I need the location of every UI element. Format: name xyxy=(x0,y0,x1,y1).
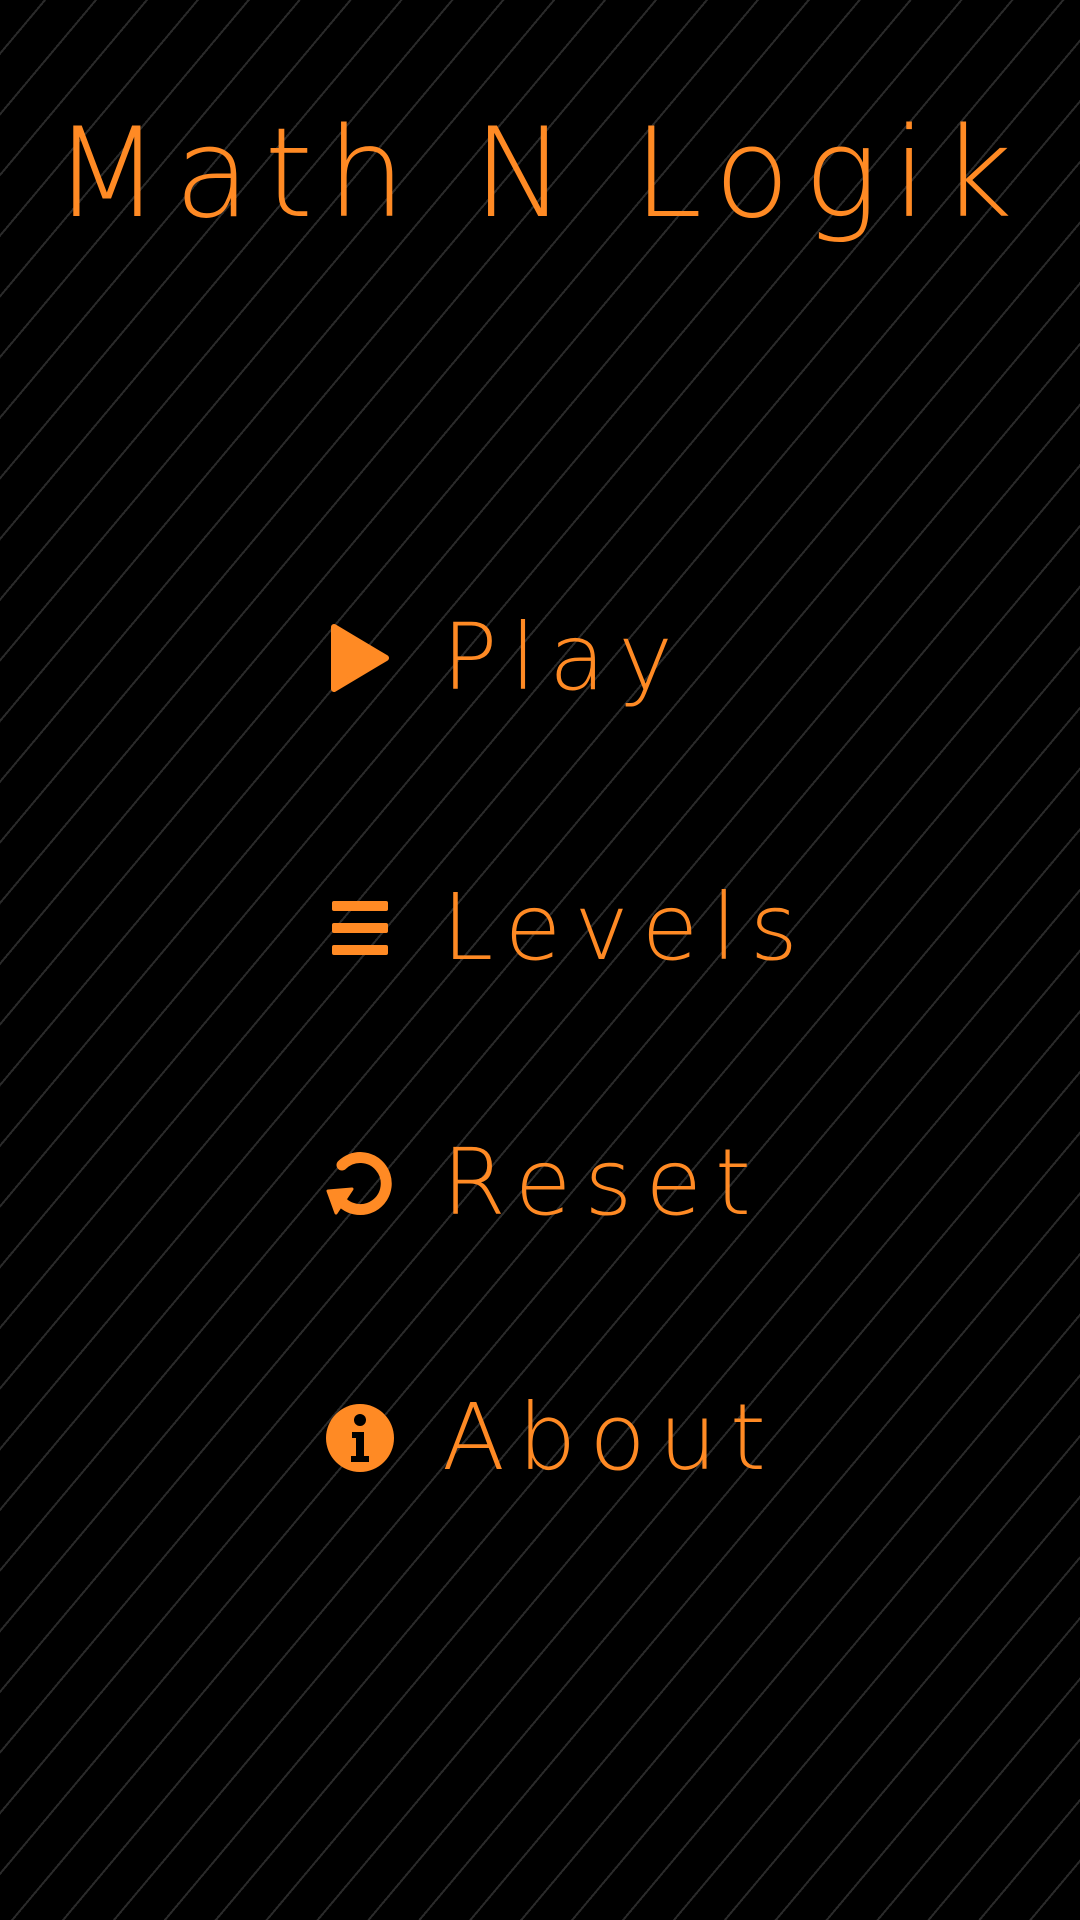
reset-button[interactable]: Reset xyxy=(320,1123,920,1243)
play-icon xyxy=(320,618,400,698)
reset-icon xyxy=(320,1143,400,1223)
levels-label: Levels xyxy=(442,874,811,981)
about-button[interactable]: About xyxy=(320,1378,920,1498)
reset-label: Reset xyxy=(442,1129,764,1236)
app-title: Math N Logik xyxy=(53,102,1027,246)
list-icon xyxy=(320,888,400,968)
levels-button[interactable]: Levels xyxy=(320,868,920,988)
play-button[interactable]: Play xyxy=(320,598,920,718)
info-icon xyxy=(320,1398,400,1478)
about-label: About xyxy=(442,1384,780,1491)
play-label: Play xyxy=(442,604,686,711)
